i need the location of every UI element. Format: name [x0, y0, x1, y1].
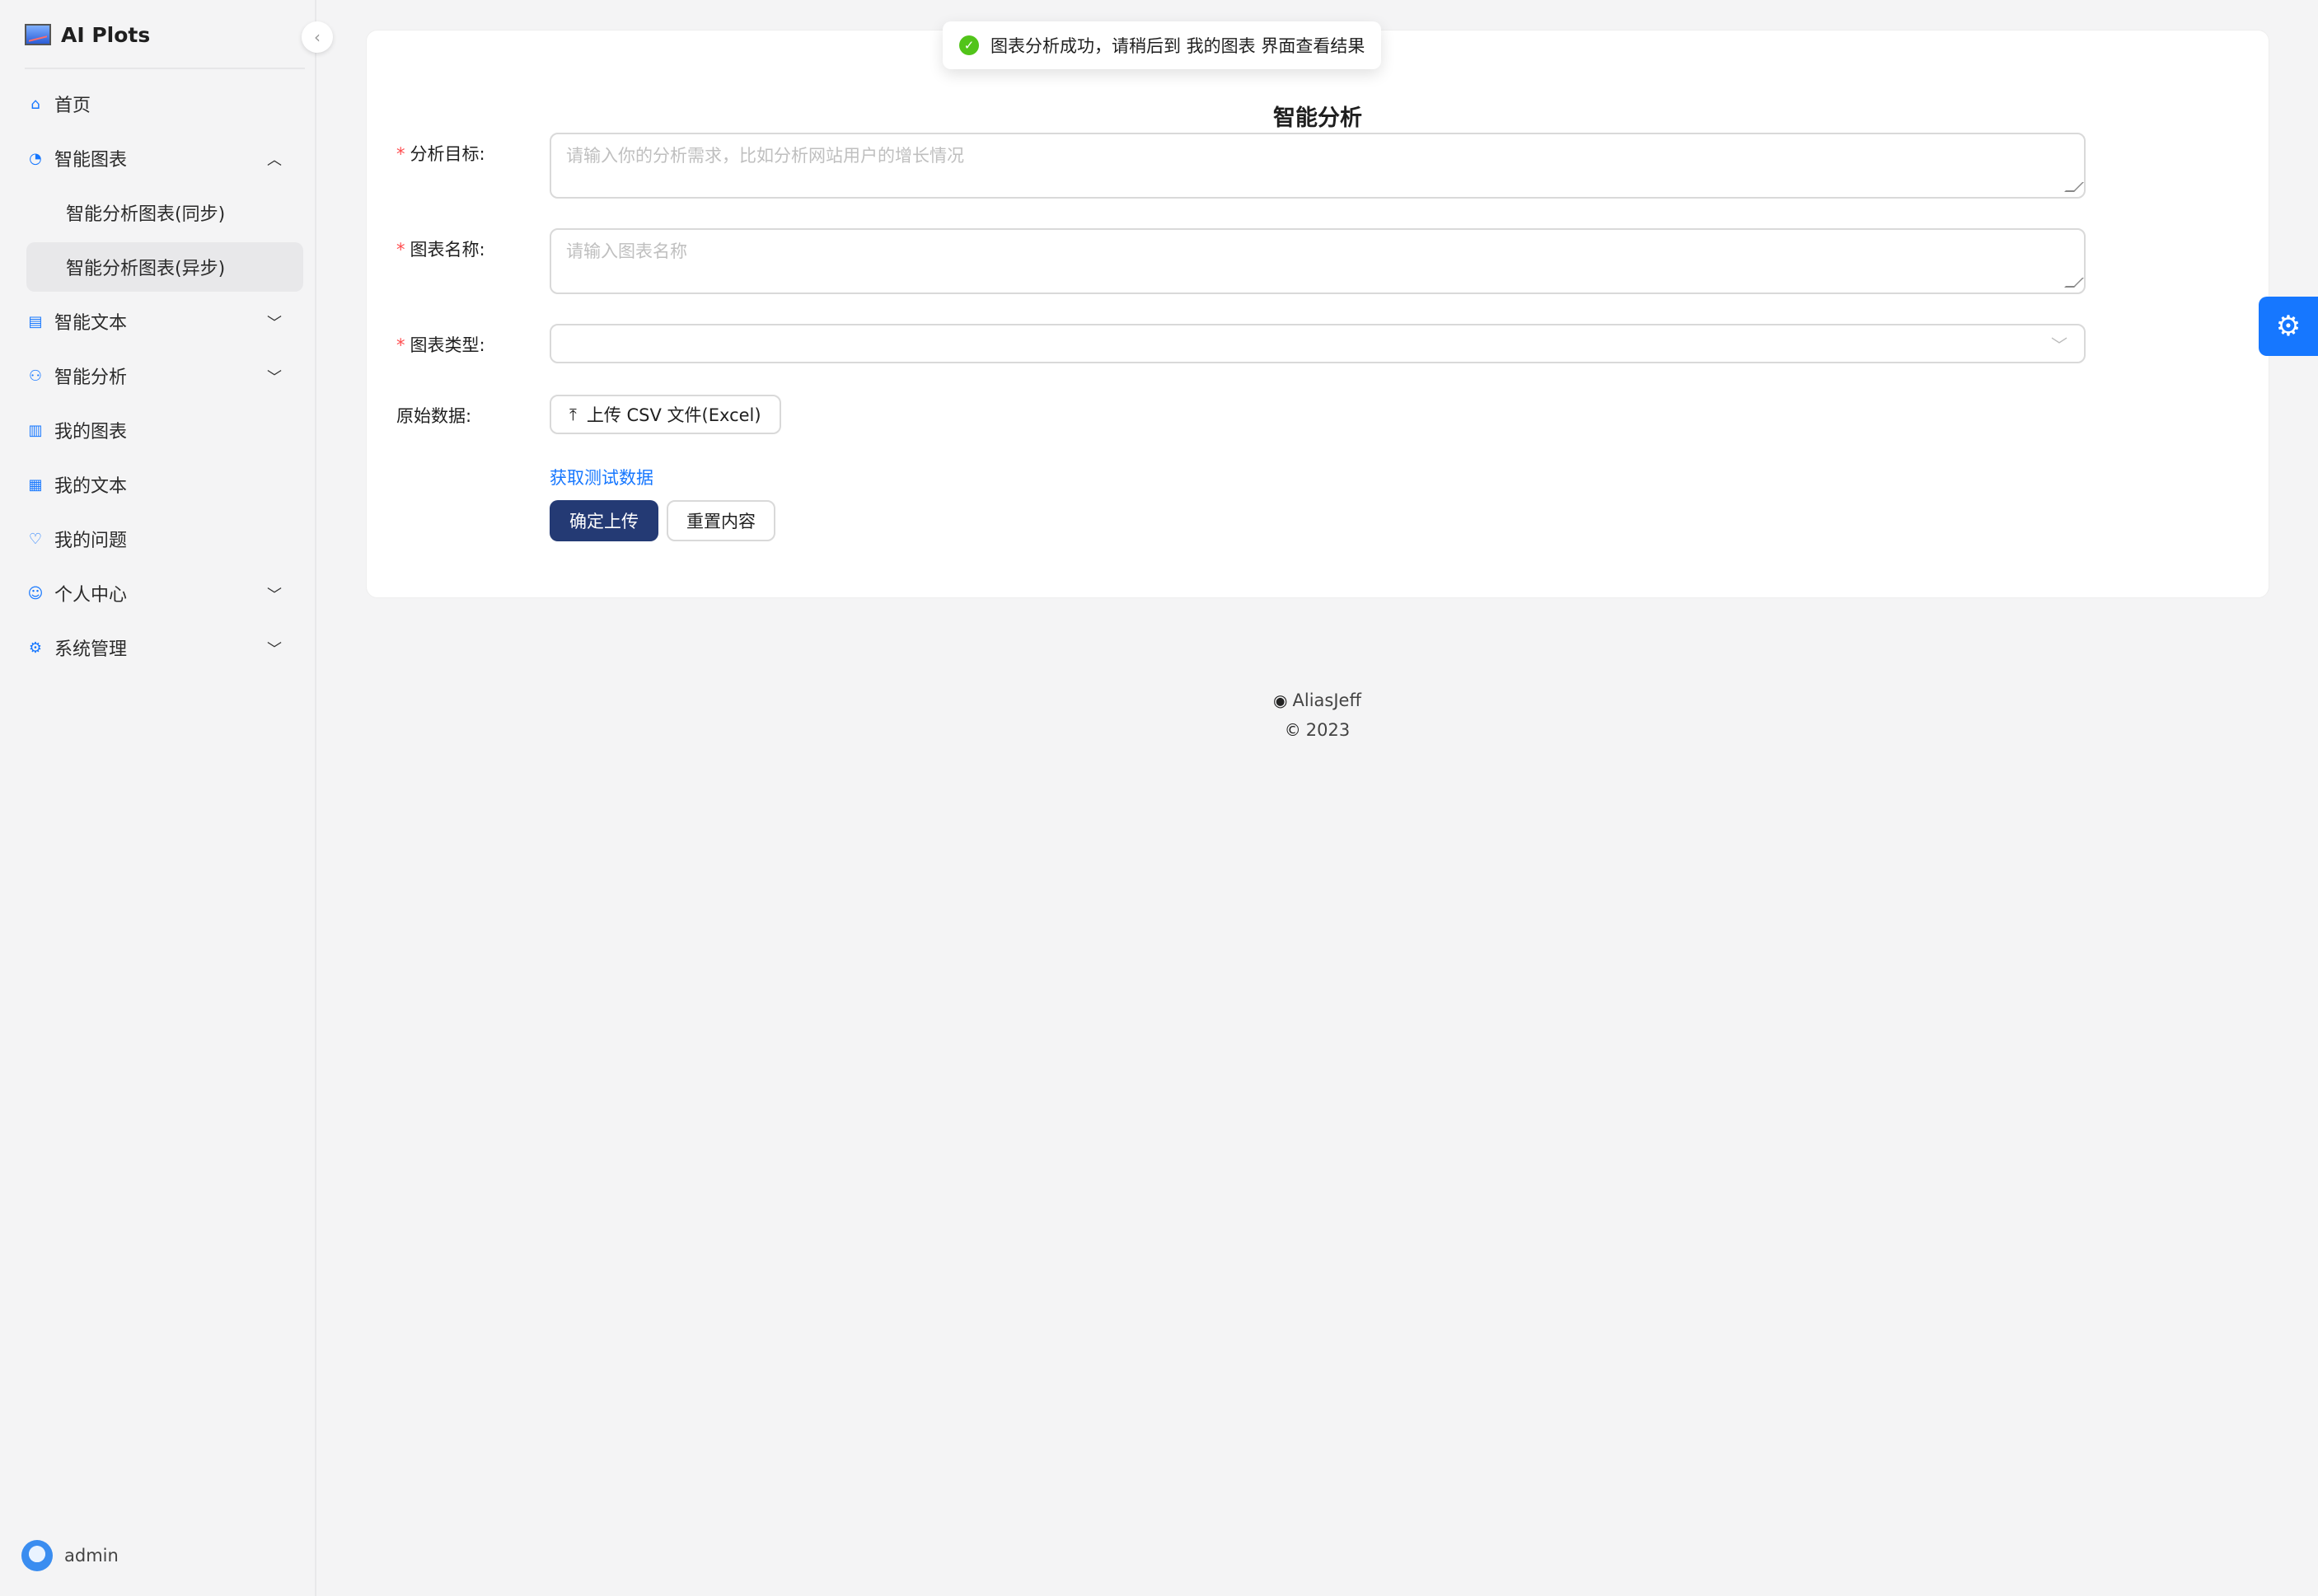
chart-logo-icon [25, 24, 51, 45]
sidebar-item-smart-text[interactable]: ▤ 智能文本 ﹀ [26, 297, 303, 346]
chart-type-label: * 图表类型: [396, 332, 485, 357]
divider [25, 68, 305, 69]
sidebar-item-home[interactable]: ⌂ 首页 [26, 79, 303, 129]
brand-title: AI Plots [61, 22, 151, 47]
sidebar-item-label: 智能分析 [54, 367, 128, 388]
sidebar-item-label: 首页 [54, 96, 91, 116]
gear-icon: ⚙ [2275, 310, 2302, 343]
chart-name-label-text: 图表名称: [410, 240, 485, 260]
chevron-down-icon: ﹀ [267, 587, 282, 604]
home-icon: ⌂ [30, 95, 40, 113]
chart-name-textarea[interactable]: 请输入图表名称 [550, 228, 2086, 294]
goal-label: * 分析目标: [396, 141, 485, 166]
copyright-icon: © [1284, 720, 1301, 740]
required-mark: * [396, 240, 405, 260]
sidebar-item-profile[interactable]: ☺ 个人中心 ﹀ [26, 569, 303, 618]
chart-name-label: * 图表名称: [396, 236, 485, 261]
goal-textarea[interactable]: 请输入你的分析需求，比如分析网站用户的增长情况 [550, 133, 2086, 199]
doc-icon: ▦ [28, 475, 43, 494]
sidebar-subitem-async-chart[interactable]: 智能分析图表(异步) [26, 242, 303, 292]
sidebar-menu: ⌂ 首页 ◔ 智能图表 ︿ 智能分析图表(同步) 智能分析图表(异步) ▤ 智能… [0, 79, 316, 677]
sidebar-item-my-questions[interactable]: ♡ 我的问题 [26, 514, 303, 564]
sidebar-item-system[interactable]: ⚙ 系统管理 ﹀ [26, 623, 303, 672]
required-mark: * [396, 144, 405, 164]
robot-icon: ⚇ [28, 367, 43, 385]
page-title: 智能分析 [1273, 105, 1362, 131]
chart-type-label-text: 图表类型: [410, 335, 485, 355]
bar-chart-icon: ▥ [28, 421, 43, 439]
user-menu[interactable]: admin [21, 1540, 119, 1571]
chart-type-select[interactable]: ﹀ [550, 324, 2086, 363]
collapse-sidebar-button[interactable]: ‹ [302, 21, 333, 53]
check-circle-icon: ✓ [959, 35, 979, 55]
success-toast: ✓ 图表分析成功，请稍后到 我的图表 界面查看结果 [943, 21, 1382, 69]
submit-button[interactable]: 确定上传 [550, 500, 658, 541]
sidebar-subitem-sync-chart[interactable]: 智能分析图表(同步) [26, 188, 303, 237]
upload-csv-button[interactable]: ⤒ 上传 CSV 文件(Excel) [550, 395, 781, 434]
toast-message: 图表分析成功，请稍后到 我的图表 界面查看结果 [990, 36, 1365, 56]
sidebar-item-label: 系统管理 [54, 639, 128, 660]
sidebar-item-my-charts[interactable]: ▥ 我的图表 [26, 405, 303, 455]
raw-data-label: 原始数据: [396, 406, 472, 426]
sidebar-item-label: 智能文本 [54, 313, 128, 334]
goal-label-text: 分析目标: [410, 144, 485, 164]
settings-drawer-button[interactable]: ⚙ [2259, 297, 2318, 356]
upload-icon: ⤒ [569, 405, 577, 424]
sidebar-item-label: 我的问题 [54, 531, 128, 551]
avatar [21, 1540, 53, 1571]
footer-year: 2023 [1305, 720, 1351, 740]
pie-chart-icon: ◔ [29, 149, 42, 167]
required-mark: * [396, 335, 405, 355]
file-text-icon: ▤ [28, 312, 43, 330]
sidebar-item-smart-charts[interactable]: ◔ 智能图表 ︿ [26, 133, 303, 183]
form-card: 智能分析 * 分析目标: 请输入你的分析需求，比如分析网站用户的增长情况 * 图表名… [366, 30, 2269, 598]
chevron-down-icon: ﹀ [267, 315, 282, 332]
sidebar-item-my-text[interactable]: ▦ 我的文本 [26, 460, 303, 509]
get-test-data-link[interactable]: 获取测试数据 [550, 465, 653, 489]
bulb-icon: ♡ [28, 530, 43, 548]
sidebar-item-smart-analysis[interactable]: ⚇ 智能分析 ﹀ [26, 351, 303, 400]
sidebar-item-label: 我的文本 [54, 476, 128, 497]
footer-author: AliasJeff [1292, 690, 1361, 710]
upload-label: 上传 CSV 文件(Excel) [586, 405, 761, 425]
chevron-left-icon: ‹ [314, 27, 321, 47]
smile-icon: ☺ [27, 584, 44, 602]
sidebar-item-label: 我的图表 [54, 422, 128, 442]
chart-name-placeholder: 请输入图表名称 [566, 241, 687, 261]
goal-placeholder: 请输入你的分析需求，比如分析网站用户的增长情况 [566, 146, 964, 166]
chevron-down-icon: ﹀ [267, 369, 282, 386]
reset-button[interactable]: 重置内容 [667, 500, 775, 541]
setting-icon: ⚙ [28, 639, 43, 657]
footer-author-row[interactable]: ◉ AliasJeff [316, 686, 2318, 715]
footer: ◉ AliasJeff © 2023 [316, 686, 2318, 745]
sidebar-item-label: 智能图表 [54, 150, 128, 171]
chevron-up-icon: ︿ [267, 152, 282, 169]
chevron-down-icon: ﹀ [2051, 335, 2067, 355]
brand[interactable]: AI Plots [25, 18, 150, 51]
footer-copyright-row: © 2023 [316, 715, 2318, 745]
sidebar: AI Plots ⌂ 首页 ◔ 智能图表 ︿ 智能分析图表(同步) 智能分析图表… [0, 0, 316, 1596]
github-icon: ◉ [1273, 690, 1288, 710]
chevron-down-icon: ﹀ [267, 641, 282, 658]
user-name: admin [64, 1546, 119, 1566]
sidebar-item-label: 个人中心 [54, 585, 128, 606]
